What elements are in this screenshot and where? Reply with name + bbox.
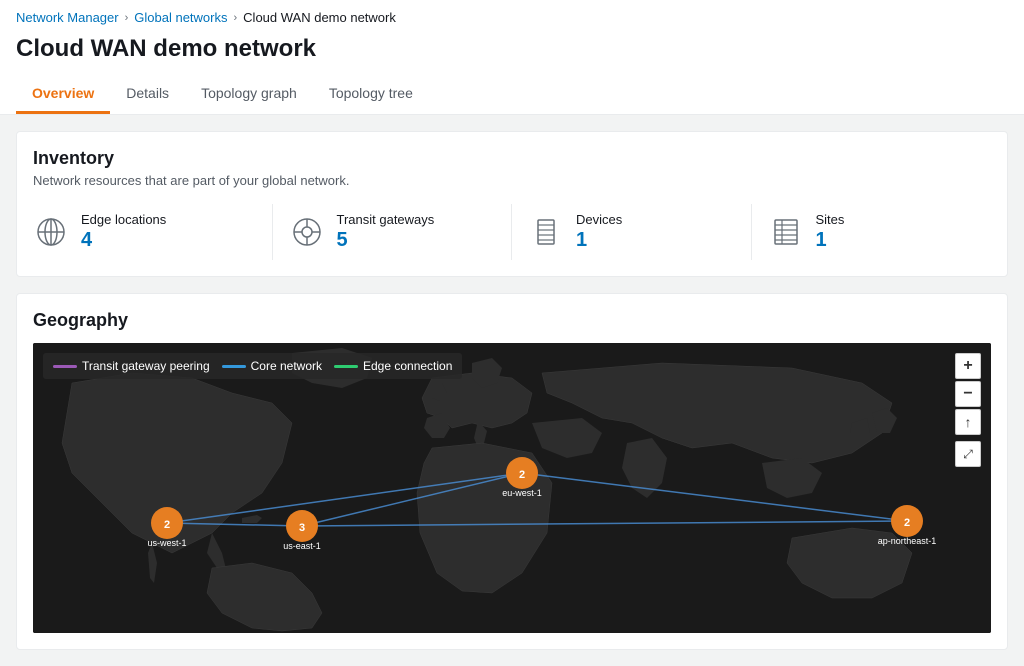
expand-button[interactable]: ⤢: [955, 441, 981, 467]
inventory-sites: Sites 1: [752, 204, 992, 260]
legend-core-network: Core network: [222, 359, 322, 373]
tab-topology-tree[interactable]: Topology tree: [313, 75, 429, 114]
breadcrumb-global-networks[interactable]: Global networks: [134, 10, 227, 25]
map-svg: 2 us-west-1 3 us-east-1 2 eu-west-1 2 ap…: [33, 343, 991, 633]
transit-gateways-label: Transit gateways: [337, 212, 435, 227]
edge-locations-label: Edge locations: [81, 212, 166, 227]
svg-text:eu-west-1: eu-west-1: [502, 488, 542, 498]
map-legend: Transit gateway peering Core network Edg…: [43, 353, 462, 379]
breadcrumb-current: Cloud WAN demo network: [243, 10, 396, 25]
svg-text:us-east-1: us-east-1: [283, 541, 321, 551]
legend-edge-label: Edge connection: [363, 359, 452, 373]
breadcrumb-sep-2: ›: [234, 12, 238, 24]
legend-tgw-line: [53, 365, 77, 368]
inventory-edge-locations: Edge locations 4: [33, 204, 273, 260]
page-title: Cloud WAN demo network: [16, 35, 1008, 75]
transit-gateways-icon: [289, 214, 325, 250]
breadcrumb-network-manager[interactable]: Network Manager: [16, 10, 119, 25]
devices-icon: [528, 214, 564, 250]
edge-locations-icon: [33, 214, 69, 250]
map-container: Transit gateway peering Core network Edg…: [33, 343, 991, 633]
reset-north-button[interactable]: ↑: [955, 409, 981, 435]
edge-locations-value[interactable]: 4: [81, 229, 166, 252]
legend-core-label: Core network: [251, 359, 322, 373]
main-content: Inventory Network resources that are par…: [0, 115, 1024, 666]
svg-text:2: 2: [164, 519, 170, 531]
zoom-out-button[interactable]: −: [955, 381, 981, 407]
inventory-transit-gateways: Transit gateways 5: [273, 204, 513, 260]
sites-value[interactable]: 1: [816, 229, 845, 252]
inventory-subtitle: Network resources that are part of your …: [33, 173, 991, 188]
svg-text:2: 2: [519, 469, 525, 481]
svg-text:3: 3: [299, 522, 305, 534]
inventory-grid: Edge locations 4 Transit gate: [33, 204, 991, 260]
tab-details[interactable]: Details: [110, 75, 185, 114]
page-header: Cloud WAN demo network Overview Details …: [0, 31, 1024, 115]
inventory-title: Inventory: [33, 148, 991, 169]
breadcrumb-sep-1: ›: [125, 12, 129, 24]
svg-text:us-west-1: us-west-1: [147, 538, 186, 548]
tab-bar: Overview Details Topology graph Topology…: [16, 75, 1008, 114]
geography-title: Geography: [33, 310, 991, 331]
legend-edge-line: [334, 365, 358, 368]
legend-tgw-label: Transit gateway peering: [82, 359, 210, 373]
inventory-card: Inventory Network resources that are par…: [16, 131, 1008, 277]
legend-tgw-peering: Transit gateway peering: [53, 359, 210, 373]
legend-edge-connection: Edge connection: [334, 359, 452, 373]
tab-overview[interactable]: Overview: [16, 75, 110, 114]
zoom-in-button[interactable]: +: [955, 353, 981, 379]
sites-label: Sites: [816, 212, 845, 227]
svg-text:ap-northeast-1: ap-northeast-1: [878, 536, 937, 546]
inventory-devices: Devices 1: [512, 204, 752, 260]
svg-text:2: 2: [904, 517, 910, 529]
geography-card: Geography Transit gateway peering Core n…: [16, 293, 1008, 650]
devices-value[interactable]: 1: [576, 229, 622, 252]
transit-gateways-value[interactable]: 5: [337, 229, 435, 252]
tab-topology-graph[interactable]: Topology graph: [185, 75, 313, 114]
map-controls: + − ↑ ⤢: [955, 353, 981, 467]
breadcrumb: Network Manager › Global networks › Clou…: [0, 0, 1024, 31]
devices-label: Devices: [576, 212, 622, 227]
sites-icon: [768, 214, 804, 250]
legend-core-line: [222, 365, 246, 368]
